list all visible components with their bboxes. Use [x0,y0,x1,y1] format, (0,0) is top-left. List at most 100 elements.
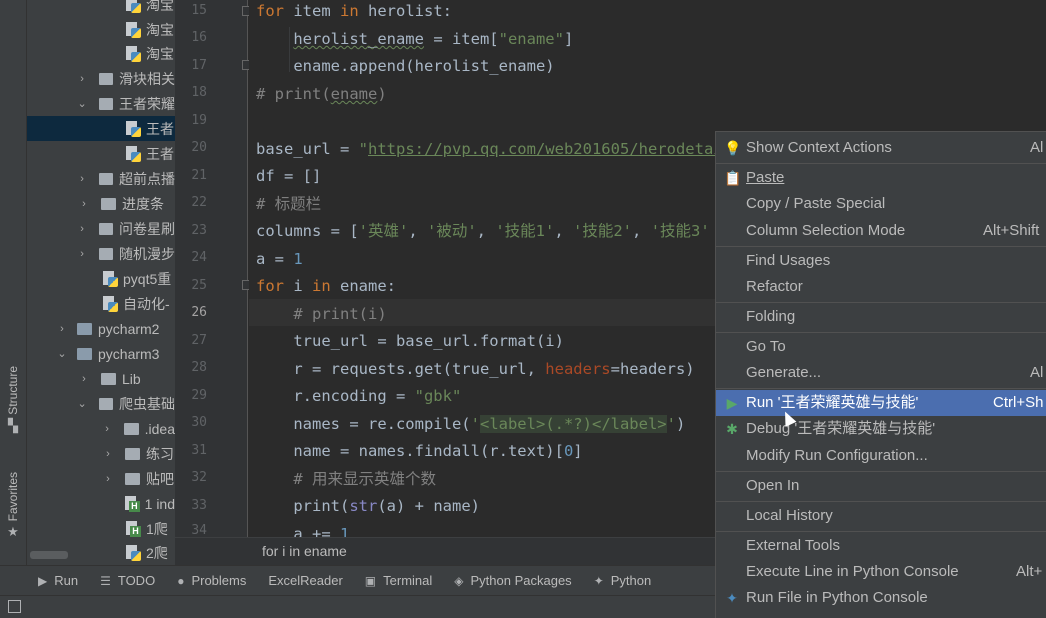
chevron-right-icon[interactable]: › [77,373,91,385]
tree-item[interactable]: 1爬 [27,516,175,541]
excelreader-tool-tab[interactable]: ExcelReader [268,573,342,588]
chevron-down-icon[interactable]: ⌄ [55,347,69,360]
html-file-icon [124,495,140,512]
tool-tab-label: Python [610,573,652,588]
tree-folder[interactable]: › 练习 [27,441,175,466]
menu-item-label: Generate... [746,364,822,381]
line-number-current: 26 [191,305,207,320]
tree-item[interactable]: 淘宝 [27,41,175,66]
problems-tool-tab[interactable]: ● Problems [177,573,246,588]
tree-item[interactable]: 王者 [27,141,175,166]
tree-item-label: 王者 [146,145,174,162]
python-icon: ✦ [593,573,604,588]
menu-item-debug[interactable]: ✱ Debug '王者荣耀英雄与技能' [716,416,1046,442]
menu-item-find-usages[interactable]: Find Usages [716,248,1046,274]
chevron-down-icon[interactable]: ⌄ [75,97,89,110]
tree-folder[interactable]: › 问卷星刷 [27,216,175,241]
tree-folder[interactable]: › .idea [27,416,175,441]
tree-item[interactable]: pyqt5重 [27,266,175,291]
menu-item-shortcut: Alt+ [1016,563,1043,580]
menu-item-go-to[interactable]: Go To [716,334,1046,360]
menu-item-shortcut: Al [1030,364,1044,381]
chevron-right-icon[interactable]: › [101,448,115,460]
python-console-tool-tab[interactable]: ✦ Python [594,573,652,588]
menu-item-folding[interactable]: Folding [716,304,1046,330]
menu-item-column-selection-mode[interactable]: Column Selection Mode Alt+Shift [716,218,1046,244]
tree-item-label: 随机漫步 [119,245,175,262]
menu-item-copy-paste-special[interactable]: Copy / Paste Special [716,191,1046,217]
tree-folder[interactable]: › pycharm2 [27,316,175,341]
tree-folder[interactable]: › 贴吧 [27,466,175,491]
chevron-right-icon[interactable]: › [75,223,89,235]
tree-item-label: 爬虫基础 [119,395,175,412]
tree-folder[interactable]: ⌄ 王者荣耀 [27,91,175,116]
breadcrumb-item[interactable]: for i in ename [262,543,347,559]
tree-item-label: 2爬 [146,544,168,561]
tool-tab-label: Python Packages [470,573,572,588]
line-number: 18 [191,85,207,100]
menu-item-external-tools[interactable]: External Tools [716,533,1046,559]
chevron-right-icon[interactable]: › [55,323,69,335]
chevron-right-icon[interactable]: › [77,198,91,210]
chevron-right-icon[interactable]: › [75,248,89,260]
toggle-tool-windows-icon[interactable] [8,600,21,613]
tree-item-label: 王者 [146,120,174,137]
folder-icon [125,447,140,460]
menu-item-run[interactable]: ▶ Run '王者荣耀英雄与技能' Ctrl+Sh [716,390,1046,416]
python-file-icon [102,295,118,312]
menu-item-local-history[interactable]: Local History [716,503,1046,529]
todo-tool-tab[interactable]: ☰ TODO [100,573,155,588]
code-line: columns = ['英雄', '被动', '技能1', '技能2', '技能… [256,222,710,240]
tree-folder[interactable]: › 进度条 [27,191,175,216]
menu-item-paste[interactable]: 📋 Paste [716,165,1046,191]
line-number: 34 [191,523,207,538]
chevron-right-icon[interactable]: › [75,173,89,185]
line-number: 30 [191,415,207,430]
menu-separator [716,501,1046,502]
chevron-right-icon[interactable]: › [75,73,89,85]
tree-item-label: 1 ind [144,495,175,512]
structure-tab[interactable]: Structure ▚ [2,366,24,434]
menu-item-generate[interactable]: Generate... Al [716,360,1046,386]
code-line: # print(i) [256,305,387,323]
tree-item-label: 练习 [146,445,174,462]
menu-item-show-context-actions[interactable]: 💡 Show Context Actions Al [716,135,1046,161]
favorites-tab[interactable]: Favorites ★ [2,472,24,540]
structure-icon: ▚ [8,418,18,434]
tree-item-selected[interactable]: 王者 [27,116,175,141]
tree-item[interactable]: 自动化- [27,291,175,316]
tree-item-label: 超前点播 [119,170,175,187]
tree-item[interactable]: 1 ind [27,491,175,516]
tree-horizontal-scrollbar[interactable] [30,551,68,559]
menu-item-refactor[interactable]: Refactor [716,274,1046,300]
python-file-icon [125,120,141,137]
tree-folder[interactable]: ⌄ 爬虫基础 [27,391,175,416]
code-line: print(str(a) + name) [256,497,480,515]
packages-icon: ◈ [454,573,464,588]
code-line: ename.append(herolist_ename) [256,57,555,75]
lightbulb-icon: 💡 [724,140,742,156]
menu-item-label: Copy / Paste Special [746,195,886,212]
terminal-tool-tab[interactable]: ▣ Terminal [365,573,432,588]
tree-item[interactable]: 淘宝 [27,17,175,42]
menu-item-execute-line[interactable]: Execute Line in Python Console Alt+ [716,559,1046,585]
folder-icon [77,322,92,335]
tree-folder[interactable]: › 超前点播 [27,166,175,191]
tree-folder[interactable]: ⌄ pycharm3 [27,341,175,366]
tree-folder[interactable]: › Lib [27,366,175,391]
python-packages-tool-tab[interactable]: ◈ Python Packages [454,573,571,588]
tree-item-label: pyqt5重 [123,270,172,287]
tree-item[interactable]: 淘宝 [27,0,175,17]
code-line: names = re.compile('<label>(.*?)</label>… [256,415,686,433]
menu-item-shortcut: Alt+Shift [983,222,1040,239]
project-tree: 淘宝 淘宝 淘宝 › 滑块相关 ⌄ 王者荣耀 王者 王者 › 超前点播 › 进度条 › 问… [27,0,175,565]
chevron-right-icon[interactable]: › [101,473,115,485]
menu-item-open-in[interactable]: Open In [716,473,1046,499]
chevron-down-icon[interactable]: ⌄ [75,397,89,410]
run-tool-tab[interactable]: ▶ Run [38,573,78,588]
chevron-right-icon[interactable]: › [100,423,114,435]
menu-item-run-file-in-console[interactable]: ✦ Run File in Python Console [716,585,1046,611]
tree-folder[interactable]: › 随机漫步 [27,241,175,266]
menu-item-modify-run-configuration[interactable]: Modify Run Configuration... [716,443,1046,469]
tree-folder[interactable]: › 滑块相关 [27,66,175,91]
